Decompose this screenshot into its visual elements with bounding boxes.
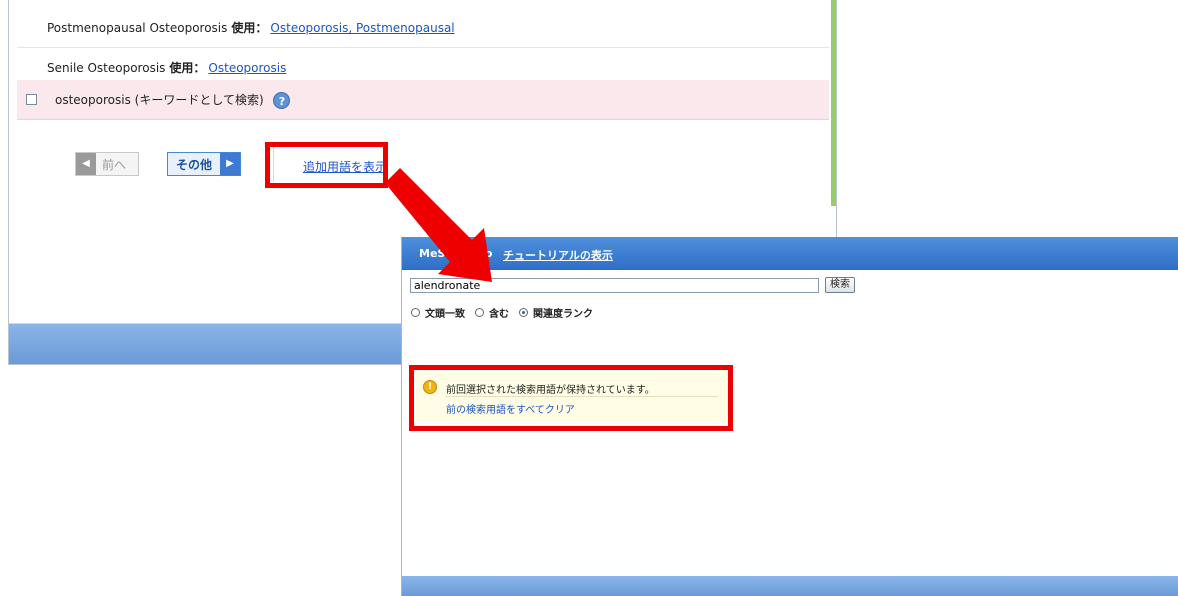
red-arrow-icon (385, 168, 492, 282)
